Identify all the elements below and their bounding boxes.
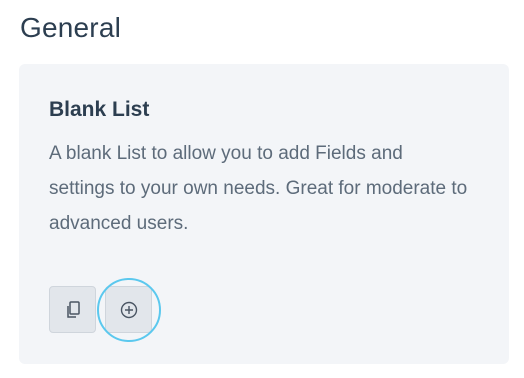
plus-circle-icon <box>120 301 138 319</box>
add-button[interactable] <box>105 286 152 333</box>
card-title: Blank List <box>49 98 150 121</box>
duplicate-icon <box>65 300 81 319</box>
section-title: General <box>20 12 122 43</box>
template-card-blank-list: Blank List A blank List to allow you to … <box>19 64 509 364</box>
duplicate-button[interactable] <box>49 286 96 333</box>
card-description: A blank List to allow you to add Fields … <box>49 143 468 234</box>
